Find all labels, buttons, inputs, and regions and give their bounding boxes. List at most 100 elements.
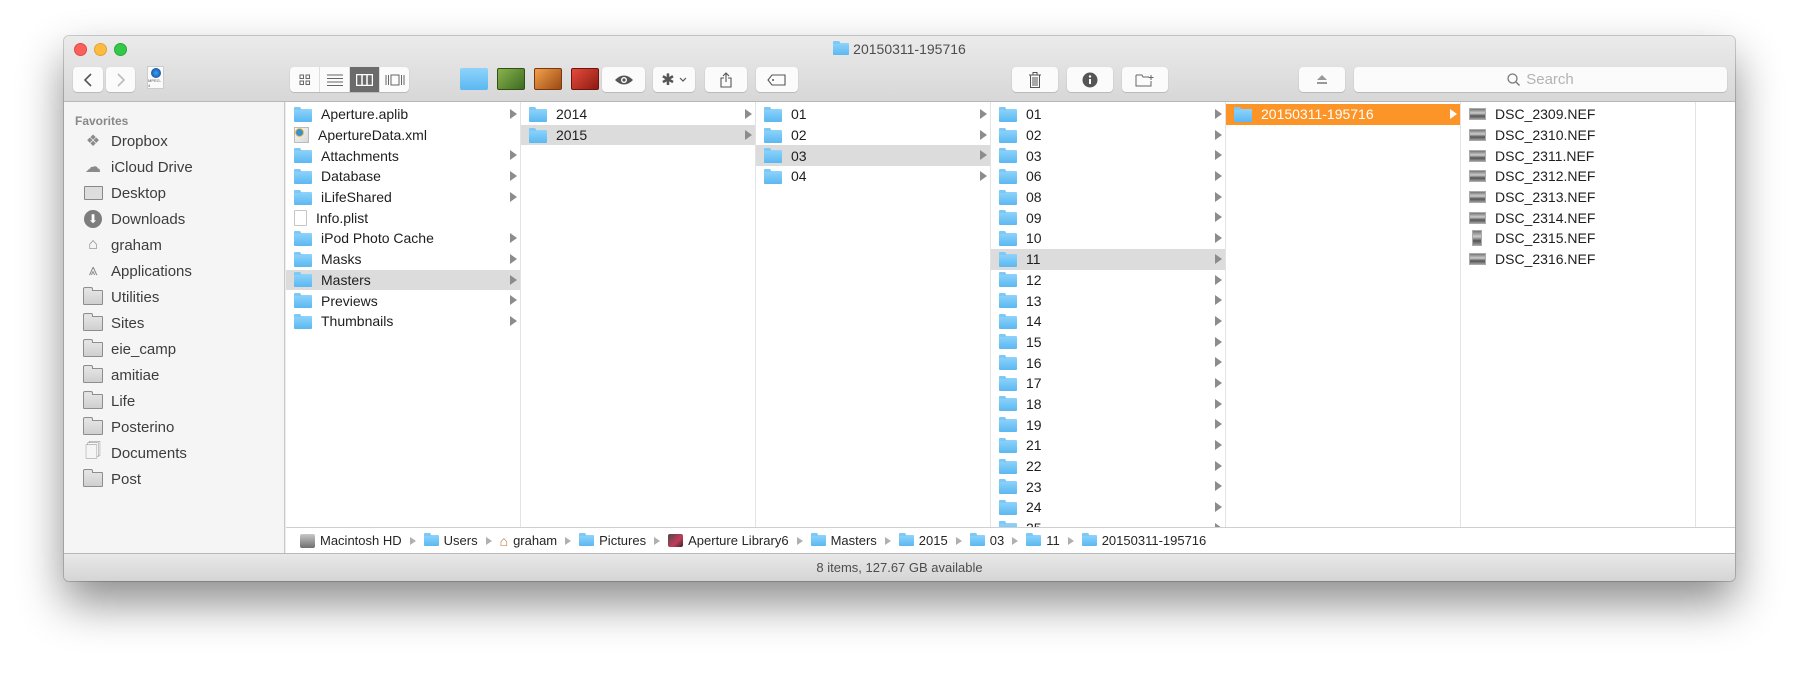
sidebar-item-sites[interactable]: Sites	[64, 310, 284, 336]
sidebar-item-icloud-drive[interactable]: ☁ iCloud Drive	[64, 154, 284, 180]
list-item[interactable]: Aperture.aplib	[286, 104, 520, 125]
sidebar-item-applications[interactable]: ⩓ Applications	[64, 258, 284, 284]
list-item[interactable]: 20150311-195716	[1226, 104, 1460, 125]
icon-view-button[interactable]	[290, 67, 320, 92]
path-crumb[interactable]: ⌂ graham	[500, 533, 558, 549]
sidebar-item-downloads[interactable]: ⬇ Downloads	[64, 206, 284, 232]
path-crumb[interactable]: Pictures	[579, 533, 646, 548]
list-item[interactable]: 08	[991, 187, 1225, 208]
forward-button[interactable]	[106, 67, 135, 92]
column-2[interactable]: 2014 2015	[521, 102, 756, 527]
tag-button[interactable]	[756, 67, 798, 92]
list-item[interactable]: Database	[286, 166, 520, 187]
list-item[interactable]: 22	[991, 456, 1225, 477]
list-item[interactable]: 25	[991, 518, 1225, 527]
list-item[interactable]: 23	[991, 476, 1225, 497]
get-info-button[interactable]	[1067, 67, 1113, 92]
list-item[interactable]: DSC_2312.NEF	[1461, 166, 1695, 187]
list-item[interactable]: 19	[991, 414, 1225, 435]
column-view-button[interactable]	[350, 67, 380, 92]
action-menu-button[interactable]: ✱	[653, 67, 695, 92]
list-item[interactable]: 13	[991, 290, 1225, 311]
list-item[interactable]: 2014	[521, 104, 755, 125]
list-item[interactable]: DSC_2311.NEF	[1461, 145, 1695, 166]
app-folder-red-icon[interactable]	[571, 68, 599, 90]
new-folder-button[interactable]	[1122, 67, 1168, 92]
path-crumb[interactable]: Aperture Library6	[668, 533, 789, 548]
quick-look-button[interactable]	[602, 67, 645, 92]
list-item[interactable]: 12	[991, 270, 1225, 291]
list-item[interactable]: DSC_2314.NEF	[1461, 207, 1695, 228]
list-item[interactable]: DSC_2316.NEF	[1461, 249, 1695, 270]
list-item[interactable]: Thumbnails	[286, 311, 520, 332]
cover-flow-view-button[interactable]	[380, 67, 409, 92]
list-item[interactable]: Masters	[286, 269, 520, 291]
eject-button[interactable]	[1299, 67, 1345, 92]
list-item[interactable]: Attachments	[286, 145, 520, 166]
share-button[interactable]	[705, 67, 747, 92]
path-crumb[interactable]: 03	[969, 533, 1004, 548]
list-item[interactable]: 09	[991, 207, 1225, 228]
sidebar-item-life[interactable]: Life	[64, 388, 284, 414]
path-crumb[interactable]: 2015	[898, 533, 948, 548]
list-item[interactable]: 14	[991, 311, 1225, 332]
list-item[interactable]: 04	[756, 166, 990, 187]
column-5[interactable]: 20150311-195716	[1226, 102, 1461, 527]
column-6[interactable]: DSC_2309.NEF DSC_2310.NEF DSC_2311.NEF DSC_…	[1461, 102, 1696, 527]
list-item[interactable]: DSC_2310.NEF	[1461, 125, 1695, 146]
list-item[interactable]: ApertureData.xml	[286, 125, 520, 146]
list-item[interactable]: 2015	[521, 124, 755, 146]
search-field[interactable]: Search	[1354, 67, 1727, 92]
sidebar-item-utilities[interactable]: Utilities	[64, 284, 284, 310]
sidebar-item-desktop[interactable]: Desktop	[64, 180, 284, 206]
sidebar-item-posterino[interactable]: Posterino	[64, 414, 284, 440]
app-folder-orange-icon[interactable]	[534, 68, 562, 90]
list-item[interactable]: 21	[991, 435, 1225, 456]
path-crumb[interactable]: Users	[423, 533, 478, 548]
list-view-button[interactable]	[320, 67, 350, 92]
list-item[interactable]: 01	[756, 104, 990, 125]
list-item[interactable]: 01	[991, 104, 1225, 125]
view-mode-control[interactable]	[290, 67, 409, 92]
back-button[interactable]	[73, 67, 103, 92]
list-item[interactable]: iPod Photo Cache	[286, 228, 520, 249]
list-item[interactable]: Info.plist	[286, 207, 520, 228]
sidebar-item-amitiae[interactable]: amitiae	[64, 362, 284, 388]
list-item[interactable]: 15	[991, 332, 1225, 353]
trash-button[interactable]	[1012, 67, 1058, 92]
list-item[interactable]: iLifeShared	[286, 187, 520, 208]
list-item[interactable]: 16	[991, 352, 1225, 373]
list-item[interactable]: 03	[991, 145, 1225, 166]
list-item[interactable]: DSC_2315.NEF	[1461, 228, 1695, 249]
list-item[interactable]: Masks	[286, 249, 520, 270]
file-proxy-icon[interactable]: MPEG-4	[147, 66, 164, 89]
sidebar-item-graham[interactable]: ⌂ graham	[64, 232, 284, 258]
path-crumb[interactable]: 20150311-195716	[1081, 533, 1206, 548]
path-crumb[interactable]: 11	[1026, 533, 1060, 548]
sidebar-item-label: iCloud Drive	[111, 158, 193, 176]
list-item[interactable]: 10	[991, 228, 1225, 249]
app-folder-green-icon[interactable]	[497, 68, 525, 90]
list-item[interactable]: Previews	[286, 290, 520, 311]
sidebar-item-post[interactable]: Post	[64, 466, 284, 492]
list-item[interactable]: 17	[991, 373, 1225, 394]
column-3[interactable]: 01 02 03 04	[756, 102, 991, 527]
column-1[interactable]: Aperture.aplib ApertureData.xml Attachment…	[286, 102, 521, 527]
list-item[interactable]: 18	[991, 394, 1225, 415]
list-item[interactable]: 06	[991, 166, 1225, 187]
list-item[interactable]: 24	[991, 497, 1225, 518]
list-item[interactable]: 02	[756, 125, 990, 146]
folder-icon	[999, 334, 1017, 350]
path-crumb[interactable]: Macintosh HD	[300, 533, 402, 548]
sidebar-item-eie-camp[interactable]: eie_camp	[64, 336, 284, 362]
list-item[interactable]: 02	[991, 125, 1225, 146]
list-item[interactable]: 11	[991, 248, 1225, 270]
list-item[interactable]: DSC_2309.NEF	[1461, 104, 1695, 125]
list-item[interactable]: DSC_2313.NEF	[1461, 187, 1695, 208]
folder-shortcut-icon[interactable]	[460, 68, 488, 90]
sidebar-item-documents[interactable]: 🗍 Documents	[64, 440, 284, 466]
column-4[interactable]: 01 02 03 06 08 09 10 11 12 13 14 15 16 17 18 19 21 22 23 24…	[991, 102, 1226, 527]
list-item[interactable]: 03	[756, 145, 990, 167]
sidebar-item-dropbox[interactable]: ❖ Dropbox	[64, 128, 284, 154]
path-crumb[interactable]: Masters	[810, 533, 877, 548]
